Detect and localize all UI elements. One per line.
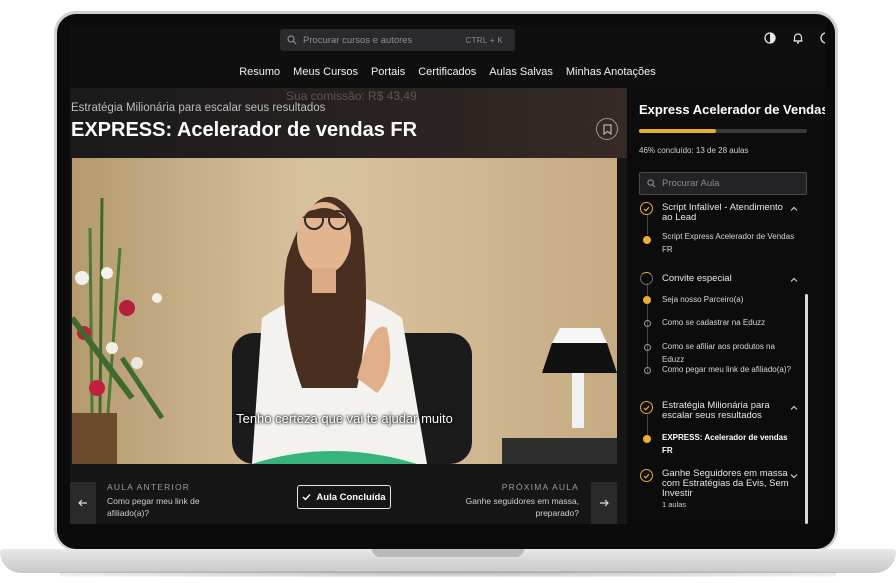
module-done-icon (640, 202, 653, 215)
lesson-main: Sua comissão: R$ 43,49 Estratégia Milion… (70, 88, 627, 524)
bookmark-icon (602, 123, 612, 135)
global-search[interactable]: Procurar cursos e autores CTRL + K (280, 29, 515, 51)
nav-aulas-salvas[interactable]: Aulas Salvas (489, 66, 553, 78)
lesson-completed-button[interactable]: Aula Concluída (297, 485, 391, 509)
chevron-up-icon[interactable] (789, 403, 799, 413)
search-icon (287, 35, 297, 45)
module-done-icon (640, 401, 653, 414)
sidebar-scrollbar[interactable] (805, 294, 808, 524)
arrow-left-icon (78, 499, 87, 507)
lesson-item[interactable]: Script Express Acelerador de Vendas FR (662, 230, 797, 256)
prev-lesson-title[interactable]: Como pegar meu link de afiliado(a)? (107, 495, 217, 519)
tree-connector (647, 415, 648, 435)
theme-toggle-icon[interactable] (763, 31, 777, 45)
nav-portais[interactable]: Portais (371, 66, 405, 78)
course-progress-text: 46% concluído: 13 de 28 aulas (639, 146, 749, 155)
chevron-up-icon[interactable] (789, 275, 799, 285)
lesson-done-icon (643, 296, 651, 304)
video-caption: Tenho certeza que vai te ajudar muito (236, 411, 453, 426)
next-lesson-label: PRÓXIMA AULA (501, 482, 579, 492)
video-player[interactable]: Tenho certeza que vai te ajudar muito (72, 158, 617, 464)
module-title: Convite especial (662, 273, 732, 284)
course-sidebar: Express Acelerador de Vendas 46% concluí… (627, 88, 825, 524)
main-nav: Resumo Meus Cursos Portais Certificados … (70, 55, 825, 88)
nav-resumo[interactable]: Resumo (239, 66, 280, 78)
top-bar: Procurar cursos e autores CTRL + K (70, 25, 825, 55)
module-progress-icon (640, 272, 653, 285)
lesson-done-icon (643, 236, 651, 244)
lesson-item[interactable]: Como pegar meu link de afiliado(a)? (662, 363, 797, 376)
laptop-shadow (60, 571, 836, 577)
lesson-done-icon (643, 435, 651, 443)
app-screen: Procurar cursos e autores CTRL + K Resum… (70, 25, 825, 524)
bell-icon[interactable] (791, 31, 805, 45)
lesson-title: EXPRESS: Acelerador de vendas FR (71, 119, 418, 141)
nav-meus-cursos[interactable]: Meus Cursos (293, 66, 358, 78)
lesson-completed-label: Aula Concluída (316, 491, 386, 503)
lesson-search-input[interactable]: Procurar Aula (639, 172, 807, 195)
lesson-pending-icon (644, 367, 651, 374)
search-icon (647, 179, 656, 188)
search-placeholder: Procurar cursos e autores (303, 34, 413, 46)
next-lesson-title[interactable]: Ganhe seguidores em massa, preparado? (459, 495, 579, 519)
module-title: Estratégia Milionária para escalar seus … (662, 400, 770, 421)
nav-minhas-anotacoes[interactable]: Minhas Anotações (566, 66, 656, 78)
profile-icon[interactable] (819, 31, 825, 45)
course-progress-bar (639, 129, 807, 133)
background-commission-text: Sua comissão: R$ 43,49 (286, 89, 417, 103)
next-lesson-button[interactable] (591, 482, 617, 524)
module-lesson-count: 1 aulas (662, 500, 687, 509)
lesson-pending-icon (644, 344, 651, 351)
laptop-notch (372, 549, 524, 557)
module-title: Ganhe Seguidores em massa com Estratégia… (662, 468, 789, 499)
prev-lesson-button[interactable] (70, 482, 96, 524)
lesson-pending-icon (644, 320, 651, 327)
tree-connector (647, 215, 648, 235)
lesson-item[interactable]: Seja nosso Parceiro(a) (662, 293, 797, 306)
arrow-right-icon (600, 499, 609, 507)
module-done-icon (640, 469, 653, 482)
nav-certificados[interactable]: Certificados (418, 66, 476, 78)
module-title: Script Infalível - Atendimento ao Lead (662, 202, 783, 223)
search-shortcut: CTRL + K (465, 35, 503, 45)
chevron-up-icon[interactable] (789, 204, 799, 214)
check-icon (302, 494, 311, 501)
course-progress-fill (639, 129, 717, 133)
module-subtitle: Estratégia Milionária para escalar seus … (71, 102, 326, 114)
lesson-navigation: AULA ANTERIOR Como pegar meu link de afi… (70, 472, 627, 524)
lesson-item-current[interactable]: EXPRESS: Acelerador de vendas FR (662, 431, 797, 457)
bookmark-button[interactable] (596, 118, 618, 140)
course-title: Express Acelerador de Vendas (639, 102, 825, 117)
prev-lesson-label: AULA ANTERIOR (107, 482, 191, 492)
lesson-search-placeholder: Procurar Aula (662, 178, 720, 189)
lesson-item[interactable]: Como se cadastrar na Eduzz (662, 316, 797, 329)
chevron-down-icon[interactable] (789, 471, 799, 481)
